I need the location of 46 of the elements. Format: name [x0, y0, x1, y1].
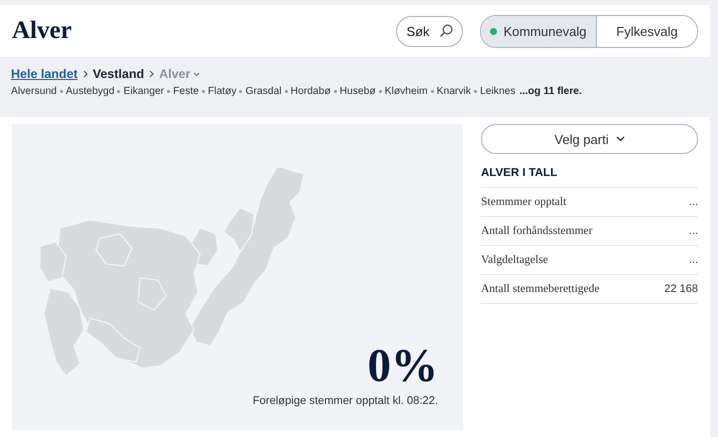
stats-title: ALVER I TALL: [481, 167, 698, 188]
party-select[interactable]: Velg parti: [481, 124, 698, 154]
place-link[interactable]: Leiknes: [480, 86, 516, 97]
stat-label: Antall stemmeberettigede: [481, 283, 600, 295]
separator-dot-icon: [430, 90, 434, 93]
separator-dot-icon: [334, 90, 337, 93]
separator-dot-icon: [239, 90, 242, 93]
stat-label: Stemmmer opptalt: [481, 196, 566, 208]
breadcrumb-link[interactable]: Hele landet: [11, 67, 78, 81]
separator-dot-icon: [60, 90, 63, 93]
counted-caption: Foreløpige stemmer opptalt kl. 08:22.: [252, 395, 438, 407]
chevron-icon: [149, 70, 154, 78]
percent-counted: 0%: [368, 343, 438, 390]
more-link[interactable]: ...og 11 flere.: [519, 86, 582, 97]
separator-dot-icon: [117, 90, 120, 93]
stat-value: ...: [688, 225, 698, 237]
separator-dot-icon: [284, 90, 288, 93]
stat-value: ...: [688, 196, 698, 208]
breadcrumb-item[interactable]: Vestland: [92, 67, 144, 81]
place-link[interactable]: Feste: [173, 86, 199, 97]
place-link[interactable]: Flatøy: [208, 86, 236, 97]
place-link[interactable]: Eikanger: [123, 86, 164, 97]
caret-icon[interactable]: [193, 72, 200, 76]
election-tab[interactable]: Fylkesvalg: [596, 16, 697, 46]
election-tab[interactable]: Kommunevalg: [481, 16, 596, 46]
separator-dot-icon: [474, 90, 477, 93]
separator-dot-icon: [202, 90, 205, 93]
separator-dot-icon: [167, 90, 170, 93]
chevron-down-icon: [616, 136, 625, 142]
separator-dot-icon: [378, 90, 382, 93]
place-link[interactable]: Kløvheim: [384, 86, 428, 97]
place-link[interactable]: Husebø: [340, 86, 376, 97]
stat-label: Antall forhåndsstemmer: [481, 225, 592, 237]
stat-value: ...: [688, 254, 698, 266]
stat-value: 22 168: [664, 283, 698, 295]
page-title: Alver: [12, 17, 72, 45]
chevron-icon: [82, 70, 88, 78]
search-button[interactable]: Søk: [396, 16, 463, 46]
active-dot-icon: [490, 28, 498, 34]
place-link[interactable]: Alversund: [11, 86, 57, 97]
search-icon: [438, 24, 453, 38]
place-link[interactable]: Hordabø: [290, 86, 331, 97]
place-link[interactable]: Austebygd: [66, 86, 114, 97]
place-link[interactable]: Knarvik: [436, 86, 471, 97]
place-link[interactable]: Grasdal: [245, 86, 282, 97]
stat-label: Valgdeltagelse: [481, 254, 548, 266]
